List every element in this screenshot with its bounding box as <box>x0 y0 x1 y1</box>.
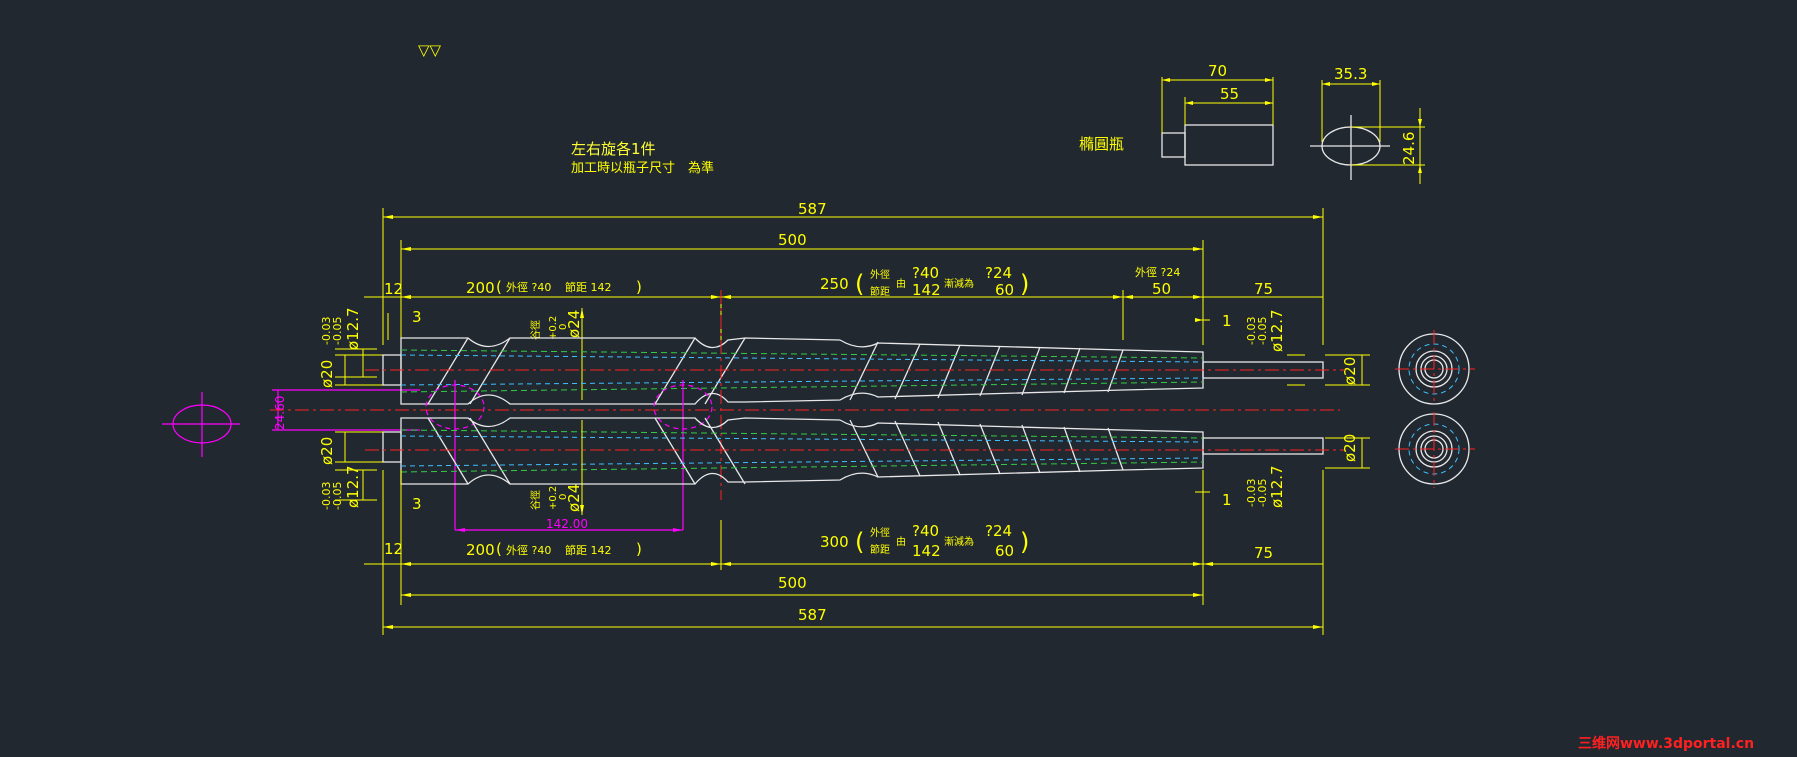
bottom-seg2-od-to: ?24 <box>985 522 1012 540</box>
bottom-screw-body <box>365 417 1345 485</box>
dim-bottom-seg1-od: 外徑 ?40 <box>506 544 551 557</box>
watermark: 三维网www.3dportal.cn <box>1578 735 1754 752</box>
bottom-left-tol-b: -0.05 <box>331 482 344 510</box>
note-line-2: 加工時以瓶子尺寸 為準 <box>571 160 714 176</box>
top-right-shaft-dia: ø12.7 <box>1268 309 1286 352</box>
dim-bottom-seg2-len: 300 <box>820 533 849 551</box>
top-seg2-od-to: ?24 <box>985 264 1012 282</box>
dim-bottom-right-end: 75 <box>1254 544 1273 562</box>
paren-close: ) <box>636 540 642 558</box>
top-left-tol-b: -0.05 <box>331 317 344 345</box>
dim-top-right-end: 75 <box>1254 280 1273 298</box>
bottom-left-shaft-dia: ø12.7 <box>344 465 362 508</box>
dim-left-marker: 24.60 <box>273 396 287 430</box>
paren-close: ) <box>1020 270 1029 298</box>
dim-bottom-d1: 1 <box>1222 491 1232 509</box>
bottom-right-shaft-dia: ø12.7 <box>1268 465 1286 508</box>
dim-top-seg3-od: 外徑 ?24 <box>1135 266 1180 279</box>
dim-bottom-left-end: 12 <box>384 540 403 558</box>
bottom-screw-dimensions: 谷徑 +0.2 0 ø24 3 1 ø20 -0.03 -0.05 ø12.7 … <box>318 420 1370 635</box>
top-seg2-pitch-word: 節距 <box>870 285 890 298</box>
top-left-dia20: ø20 <box>318 360 336 388</box>
bottom-seg2-from: 由 <box>896 535 906 548</box>
bottle-end-view: 35.3 24.6 <box>1310 65 1425 184</box>
top-seg2-od-from: ?40 <box>912 264 939 282</box>
dim-top-left-end: 12 <box>384 280 403 298</box>
paren-close: ) <box>1020 528 1029 556</box>
note-line-1: 左右旋各1件 <box>571 140 656 158</box>
dim-bottom-seg1-len: 200 <box>466 541 495 559</box>
top-seg2-pitch-to: 60 <box>995 281 1014 299</box>
paren-close: ) <box>636 278 642 296</box>
dim-bottom-seg1-pitch: 節距 142 <box>565 543 612 557</box>
cad-drawing-canvas: ▽▽ 左右旋各1件 加工時以瓶子尺寸 為準 橢圓瓶 70 55 35.3 24.… <box>162 41 1754 752</box>
dim-top-d1: 1 <box>1222 312 1232 330</box>
dim-bottle-35-3: 35.3 <box>1334 65 1367 83</box>
paren-open: ( <box>855 528 864 556</box>
dim-top-d3: 3 <box>412 308 422 326</box>
bottom-valley-dia: ø24 <box>565 484 583 512</box>
top-valley-dia: ø24 <box>565 310 583 338</box>
surface-finish-symbol: ▽▽ <box>418 41 442 59</box>
bottle-side-view: 70 55 <box>1161 62 1274 166</box>
dim-bottle-55: 55 <box>1220 85 1239 103</box>
left-bottle-marker: 24.60 <box>162 389 420 457</box>
bottom-seg2-reduce: 漸減為 <box>944 535 974 548</box>
bottom-seg2-pitch-to: 60 <box>995 542 1014 560</box>
dim-top-seg3-len: 50 <box>1152 280 1171 298</box>
dim-pitch-mark: 142.00 <box>546 517 588 531</box>
end-view-bottom <box>1395 412 1475 488</box>
top-seg2-reduce: 漸減為 <box>944 277 974 290</box>
dim-bottom-body: 500 <box>778 574 807 592</box>
bottom-seg2-pitch-from: 142 <box>912 542 941 560</box>
dim-top-seg1-od: 外徑 ?40 <box>506 281 551 294</box>
bottle-label: 橢圓瓶 <box>1079 135 1124 153</box>
bottom-seg2-od-from: ?40 <box>912 522 939 540</box>
top-seg2-od-word: 外徑 <box>870 268 890 281</box>
top-left-shaft-dia: ø12.7 <box>344 307 362 350</box>
top-seg2-pitch-from: 142 <box>912 281 941 299</box>
dim-bottom-d3: 3 <box>412 495 422 513</box>
top-valley-note: 谷徑 <box>529 320 542 340</box>
bottom-left-dia20: ø20 <box>318 437 336 465</box>
paren-open: ( <box>855 270 864 298</box>
paren-open: ( <box>496 540 502 558</box>
dim-top-seg1-len: 200 <box>466 279 495 297</box>
bottom-right-dia20: ø20 <box>1341 434 1359 462</box>
dim-top-overall: 587 <box>798 200 827 218</box>
dim-top-seg1-pitch: 節距 142 <box>565 280 612 294</box>
bottom-valley-note: 谷徑 <box>529 490 542 510</box>
dim-bottle-24-6: 24.6 <box>1400 132 1418 165</box>
dim-top-body: 500 <box>778 231 807 249</box>
dim-bottle-70: 70 <box>1208 62 1227 80</box>
paren-open: ( <box>496 278 502 296</box>
dim-top-seg2-len: 250 <box>820 275 849 293</box>
top-right-dia20: ø20 <box>1341 357 1359 385</box>
bottom-seg2-od-word: 外徑 <box>870 526 890 539</box>
end-view-top <box>1395 330 1475 405</box>
top-seg2-from: 由 <box>896 277 906 290</box>
bottom-seg2-pitch-word: 節距 <box>870 543 890 556</box>
dim-bottom-overall: 587 <box>798 606 827 624</box>
